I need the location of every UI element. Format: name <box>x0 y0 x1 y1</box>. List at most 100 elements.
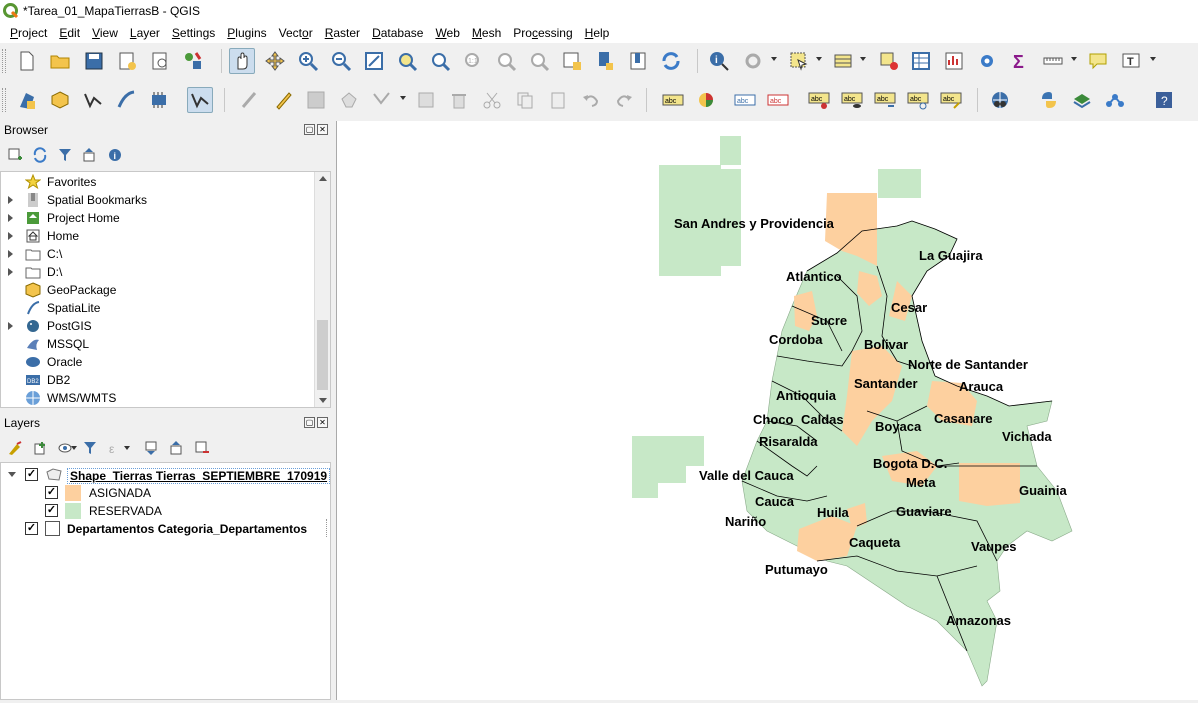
zoom-to-selection-icon[interactable] <box>394 48 420 74</box>
expand-arrow-icon[interactable] <box>8 250 13 258</box>
deselect-all-icon[interactable] <box>876 48 902 74</box>
expand-arrow-icon[interactable] <box>8 268 13 276</box>
menu-settings[interactable]: Settings <box>166 23 221 43</box>
layer-row-departamentos[interactable]: ✓ Departamentos Categoria_Departamentos <box>1 520 331 538</box>
refresh-icon[interactable] <box>658 48 684 74</box>
expand-arrow-icon[interactable] <box>8 232 13 240</box>
open-project-icon[interactable] <box>47 48 73 74</box>
remove-layer-icon[interactable] <box>192 438 212 458</box>
style-manager-icon[interactable] <box>180 48 206 74</box>
legend-item-reservada[interactable]: ✓ RESERVADA <box>1 502 331 520</box>
layer-labeling-options-icon[interactable]: abc <box>660 87 686 113</box>
collapse-all-icon[interactable] <box>80 145 100 165</box>
python-console-icon[interactable] <box>1036 87 1062 113</box>
browser-item[interactable]: Project Home <box>1 209 315 227</box>
close-panel-icon[interactable]: ✕ <box>317 417 328 428</box>
expand-arrow-icon[interactable] <box>8 322 13 330</box>
new-virtual-layer-icon[interactable] <box>146 87 172 113</box>
colombia-map[interactable]: San Andres y Providencia La Guajira Atlant… <box>337 121 1198 700</box>
filter-expression-icon[interactable]: ε <box>105 438 125 458</box>
category-visibility-checkbox[interactable]: ✓ <box>45 504 58 517</box>
menu-help[interactable]: Help <box>579 23 616 43</box>
zoom-last-icon[interactable] <box>493 48 519 74</box>
expand-all-icon[interactable] <box>142 438 162 458</box>
layer-name[interactable]: Shape_Tierras Tierras_SEPTIEMBRE_170919 <box>67 468 331 484</box>
vertex-tool-icon[interactable] <box>369 87 395 113</box>
expand-arrow-icon[interactable] <box>8 214 13 222</box>
menu-view[interactable]: View <box>86 23 124 43</box>
browser-item[interactable]: Spatial Bookmarks <box>1 191 315 209</box>
properties-info-icon[interactable]: i <box>105 145 125 165</box>
zoom-full-icon[interactable] <box>361 48 387 74</box>
menu-raster[interactable]: Raster <box>319 23 366 43</box>
run-feature-action-icon[interactable] <box>740 48 766 74</box>
measure-line-icon[interactable] <box>1040 48 1066 74</box>
new-temporary-layer-icon[interactable] <box>187 87 213 113</box>
pacific-offshore-polygon[interactable] <box>632 436 704 498</box>
zoom-to-layer-icon[interactable] <box>427 48 453 74</box>
pan-to-selection-icon[interactable] <box>262 48 288 74</box>
layer-visibility-checkbox[interactable]: ✓ <box>25 522 38 535</box>
browser-item[interactable]: SpatiaLite <box>1 299 315 317</box>
statistical-summary-icon[interactable] <box>941 48 967 74</box>
add-group-icon[interactable] <box>30 438 50 458</box>
browser-item[interactable]: PostGIS <box>1 317 315 335</box>
highlight-pinned-labels-icon[interactable]: abc <box>732 87 758 113</box>
menu-edit[interactable]: Edit <box>53 23 86 43</box>
pin-unpin-labels-icon[interactable]: abc <box>806 87 832 113</box>
plugin-layers-icon[interactable] <box>1069 87 1095 113</box>
cut-features-icon[interactable] <box>479 87 505 113</box>
resize-handle[interactable] <box>326 519 329 537</box>
pan-map-icon[interactable] <box>229 48 255 74</box>
expand-arrow-icon[interactable] <box>8 196 13 204</box>
modify-attributes-icon[interactable] <box>413 87 439 113</box>
new-spatialite-layer-icon[interactable] <box>113 87 139 113</box>
new-bookmark-icon[interactable] <box>592 48 618 74</box>
menu-processing[interactable]: Processing <box>507 23 578 43</box>
menu-vector[interactable]: Vector <box>273 23 319 43</box>
data-source-manager-icon[interactable] <box>14 87 40 113</box>
legend-item-asignada[interactable]: ✓ ASIGNADA <box>1 484 331 502</box>
zoom-next-icon[interactable] <box>526 48 552 74</box>
layer-visibility-checkbox[interactable]: ✓ <box>25 468 38 481</box>
new-project-icon[interactable] <box>14 48 40 74</box>
save-layer-edits-icon[interactable] <box>303 87 329 113</box>
new-shapefile-layer-icon[interactable] <box>80 87 106 113</box>
new-map-view-icon[interactable] <box>559 48 585 74</box>
browser-item[interactable]: Oracle <box>1 353 315 371</box>
layout-manager-icon[interactable] <box>147 48 173 74</box>
filter-browser-icon[interactable] <box>55 145 75 165</box>
browser-item[interactable]: MSSQL <box>1 335 315 353</box>
map-canvas[interactable]: San Andres y Providencia La Guajira Atlant… <box>336 121 1198 700</box>
browser-scrollbar[interactable] <box>314 172 330 407</box>
browser-item[interactable]: GeoPackage <box>1 281 315 299</box>
identify-features-icon[interactable]: i <box>706 48 732 74</box>
collapse-arrow-icon[interactable] <box>8 472 16 477</box>
browser-item[interactable]: DB2 DB2 <box>1 371 315 389</box>
menu-project[interactable]: Project <box>4 23 53 43</box>
quickmapservices-icon[interactable] <box>987 87 1013 113</box>
new-geopackage-layer-icon[interactable] <box>47 87 73 113</box>
menu-database[interactable]: Database <box>366 23 429 43</box>
select-features-icon[interactable] <box>786 48 812 74</box>
float-panel-icon[interactable]: ▢ <box>304 124 315 135</box>
redo-icon[interactable] <box>611 87 637 113</box>
toolbar-grip[interactable] <box>2 49 6 73</box>
zoom-native-icon[interactable]: 1:1 <box>460 48 486 74</box>
rotate-label-icon[interactable]: abc <box>905 87 931 113</box>
save-project-icon[interactable] <box>81 48 107 74</box>
move-label-icon[interactable]: abc <box>872 87 898 113</box>
zoom-in-icon[interactable] <box>295 48 321 74</box>
browser-item[interactable]: C:\ <box>1 245 315 263</box>
delete-selected-icon[interactable] <box>446 87 472 113</box>
new-print-layout-icon[interactable] <box>114 48 140 74</box>
category-visibility-checkbox[interactable]: ✓ <box>45 486 58 499</box>
toggle-editing-icon[interactable] <box>270 87 296 113</box>
float-panel-icon[interactable]: ▢ <box>304 417 315 428</box>
san-andres-polygon[interactable] <box>659 136 741 276</box>
menu-web[interactable]: Web <box>429 23 465 43</box>
add-feature-icon[interactable] <box>336 87 362 113</box>
copy-features-icon[interactable] <box>512 87 538 113</box>
open-attribute-table-icon[interactable] <box>908 48 934 74</box>
zoom-out-icon[interactable] <box>328 48 354 74</box>
